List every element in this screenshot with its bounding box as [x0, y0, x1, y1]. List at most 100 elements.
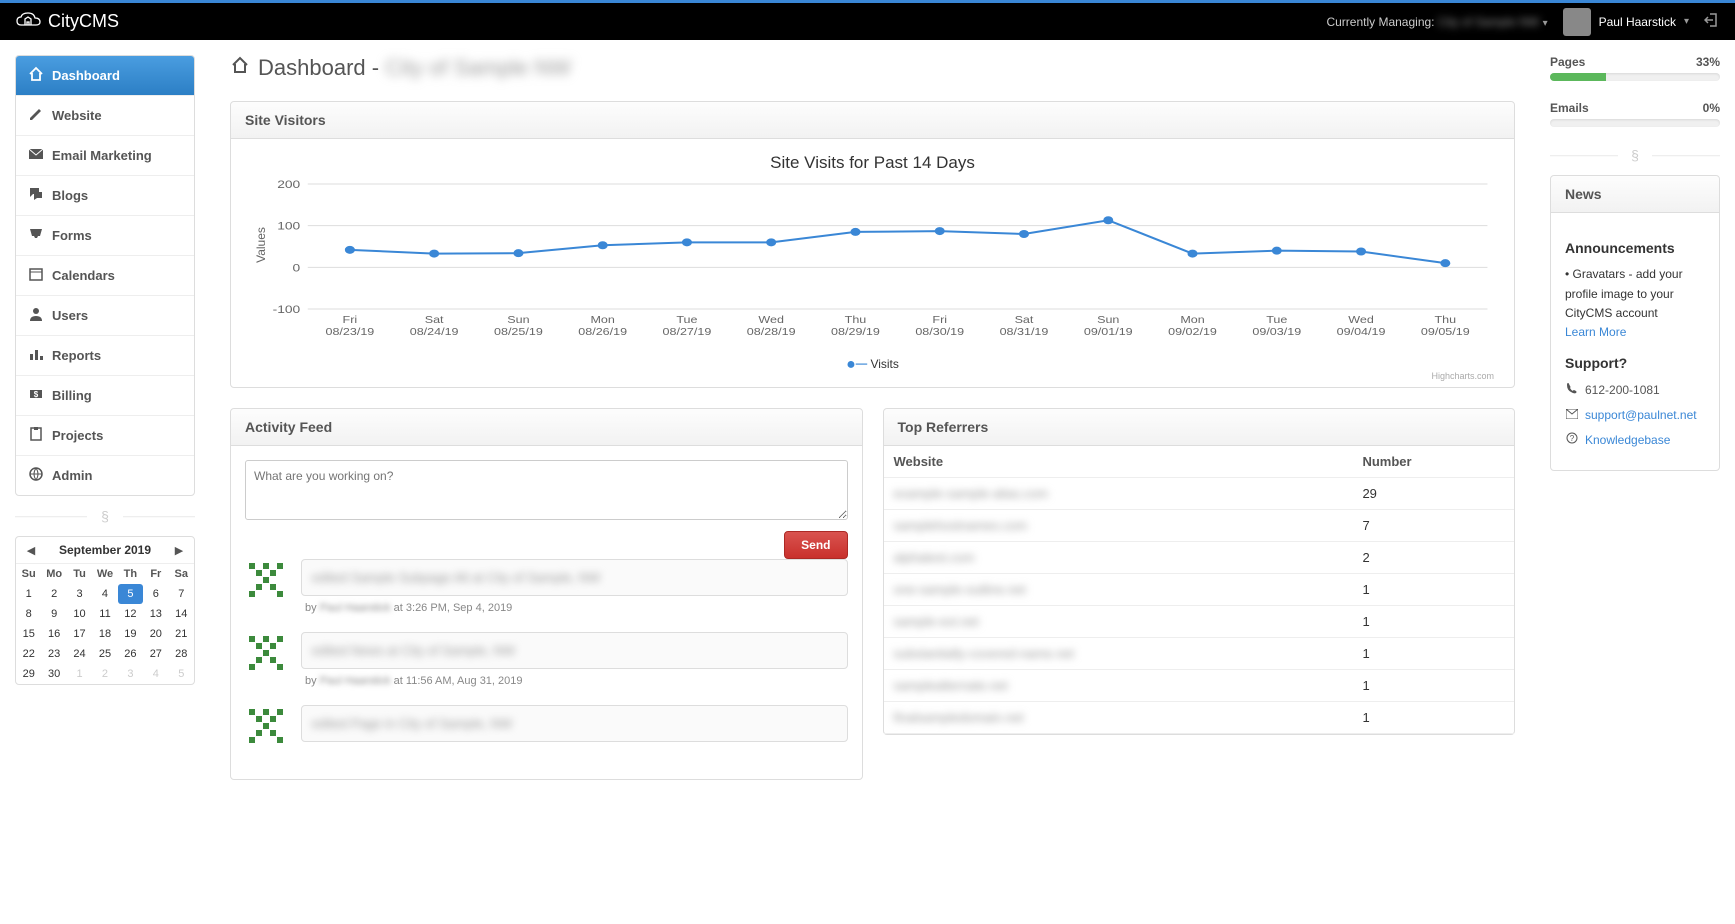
calendar-day[interactable]: 13 — [143, 604, 168, 624]
calendar-next[interactable]: ▶ — [168, 544, 190, 557]
svg-text:Wed: Wed — [1348, 315, 1374, 326]
calendar-day[interactable]: 11 — [92, 604, 117, 624]
avatar — [245, 559, 287, 601]
user-name: Paul Haarstick — [1599, 15, 1676, 29]
sidebar-item-label: Website — [52, 108, 102, 123]
sidebar-item-calendars[interactable]: Calendars — [16, 256, 194, 295]
svg-text:08/24/19: 08/24/19 — [410, 327, 459, 338]
currently-managing[interactable]: Currently Managing: City of Sample NW ▾ — [1326, 15, 1547, 29]
calendar-day[interactable]: 1 — [16, 584, 41, 604]
svg-text:09/03/19: 09/03/19 — [1252, 327, 1301, 338]
calendar-day[interactable]: 7 — [169, 584, 194, 604]
svg-text:Wed: Wed — [758, 315, 784, 326]
chart-title: Site Visits for Past 14 Days — [245, 153, 1500, 173]
col-number: Number — [1352, 446, 1514, 478]
table-row: samplealternate.net1 — [884, 670, 1515, 702]
user-icon — [28, 306, 44, 325]
sidebar-item-label: Projects — [52, 428, 103, 443]
sidebar-item-forms[interactable]: Forms — [16, 216, 194, 255]
support-kb[interactable]: ? Knowledgebase — [1565, 431, 1705, 450]
sidebar: Dashboard Website Email Marketing Blogs … — [0, 40, 210, 815]
calendar-day[interactable]: 4 — [143, 664, 168, 684]
calendar-day[interactable]: 24 — [67, 644, 92, 664]
sidebar-item-blogs[interactable]: Blogs — [16, 176, 194, 215]
calendar-day[interactable]: 1 — [67, 664, 92, 684]
calendar-day[interactable]: 15 — [16, 624, 41, 644]
calendar-day[interactable]: 20 — [143, 624, 168, 644]
sidebar-item-website[interactable]: Website — [16, 96, 194, 135]
calendar-day[interactable]: 23 — [41, 644, 66, 664]
calendar-day[interactable]: 27 — [143, 644, 168, 664]
question-icon: ? — [1565, 431, 1579, 450]
calendar-day[interactable]: 6 — [143, 584, 168, 604]
barchart-icon — [28, 346, 44, 365]
svg-text:09/05/19: 09/05/19 — [1421, 327, 1470, 338]
calendar-day[interactable]: 3 — [67, 584, 92, 604]
sidebar-item-admin[interactable]: Admin — [16, 456, 194, 495]
panel-heading: Site Visitors — [231, 102, 1514, 139]
calendar-day[interactable]: 21 — [169, 624, 194, 644]
sidebar-item-label: Billing — [52, 388, 92, 403]
svg-text:09/02/19: 09/02/19 — [1168, 327, 1217, 338]
calendar-day[interactable]: 3 — [118, 664, 143, 684]
support-email[interactable]: support@paulnet.net — [1565, 406, 1705, 425]
envelope-icon — [28, 146, 44, 165]
activity-input[interactable] — [245, 460, 848, 520]
sidebar-item-dashboard[interactable]: Dashboard — [16, 56, 194, 95]
sidebar-item-label: Blogs — [52, 188, 88, 203]
calendar-day[interactable]: 12 — [118, 604, 143, 624]
sidebar-item-reports[interactable]: Reports — [16, 336, 194, 375]
calendar-day[interactable]: 10 — [67, 604, 92, 624]
table-row: one-sample-outline.net1 — [884, 574, 1515, 606]
calendar-day[interactable]: 8 — [16, 604, 41, 624]
sidebar-item-label: Forms — [52, 228, 92, 243]
send-button[interactable]: Send — [784, 531, 847, 559]
calendar-day[interactable]: 4 — [92, 584, 117, 604]
calendar-day[interactable]: 26 — [118, 644, 143, 664]
user-menu[interactable]: Paul Haarstick ▾ — [1563, 8, 1689, 36]
support-title: Support? — [1565, 352, 1705, 374]
calendar-day[interactable]: 17 — [67, 624, 92, 644]
chart-credit: Highcharts.com — [1431, 371, 1494, 381]
panel-top-referrers: Top Referrers Website Number example-sam… — [883, 408, 1516, 735]
calendar-day[interactable]: 28 — [169, 644, 194, 664]
svg-text:100: 100 — [277, 220, 300, 232]
sidebar-item-email-marketing[interactable]: Email Marketing — [16, 136, 194, 175]
logout-icon[interactable] — [1704, 12, 1720, 31]
calendar-day[interactable]: 22 — [16, 644, 41, 664]
calendar-day[interactable]: 14 — [169, 604, 194, 624]
learn-more-link[interactable]: Learn More — [1565, 325, 1626, 339]
table-row: sample-ext.net1 — [884, 606, 1515, 638]
calendar-day[interactable]: 16 — [41, 624, 66, 644]
feed-text: edited News at City of Sample, NW — [301, 632, 848, 669]
support-phone: 612-200-1081 — [1565, 381, 1705, 400]
dollar-icon: $ — [28, 386, 44, 405]
calendar-day[interactable]: 2 — [92, 664, 117, 684]
avatar — [1563, 8, 1591, 36]
table-row: example-sample-alias.com29 — [884, 478, 1515, 510]
calendar-prev[interactable]: ◀ — [20, 544, 42, 557]
sidebar-item-billing[interactable]: $ Billing — [16, 376, 194, 415]
progress-pages: Pages 33% — [1550, 55, 1720, 81]
calendar-day[interactable]: 5 — [169, 664, 194, 684]
right-column: Pages 33% Emails 0% § News Announcements… — [1535, 40, 1735, 815]
main-content: Dashboard - City of Sample NW Site Visit… — [210, 40, 1535, 815]
calendar-day[interactable]: 29 — [16, 664, 41, 684]
calendar-day[interactable]: 30 — [41, 664, 66, 684]
feed-text: edited Page in City of Sample, NW — [301, 705, 848, 742]
calendar-title: September 2019 — [59, 543, 151, 557]
sidebar-item-users[interactable]: Users — [16, 296, 194, 335]
calendar-day[interactable]: 9 — [41, 604, 66, 624]
brand-logo[interactable]: CityCMS — [15, 11, 119, 33]
feed-meta: by Paul Haarstick at 11:56 AM, Aug 31, 2… — [301, 675, 848, 687]
calendar-day[interactable]: 18 — [92, 624, 117, 644]
comments-icon — [28, 186, 44, 205]
calendar-day[interactable]: 5 — [118, 584, 143, 604]
calendar-icon — [28, 266, 44, 285]
calendar-day[interactable]: 2 — [41, 584, 66, 604]
col-website: Website — [884, 446, 1353, 478]
calendar-day[interactable]: 25 — [92, 644, 117, 664]
calendar-day[interactable]: 19 — [118, 624, 143, 644]
svg-text:Sat: Sat — [1015, 315, 1035, 326]
sidebar-item-projects[interactable]: Projects — [16, 416, 194, 455]
